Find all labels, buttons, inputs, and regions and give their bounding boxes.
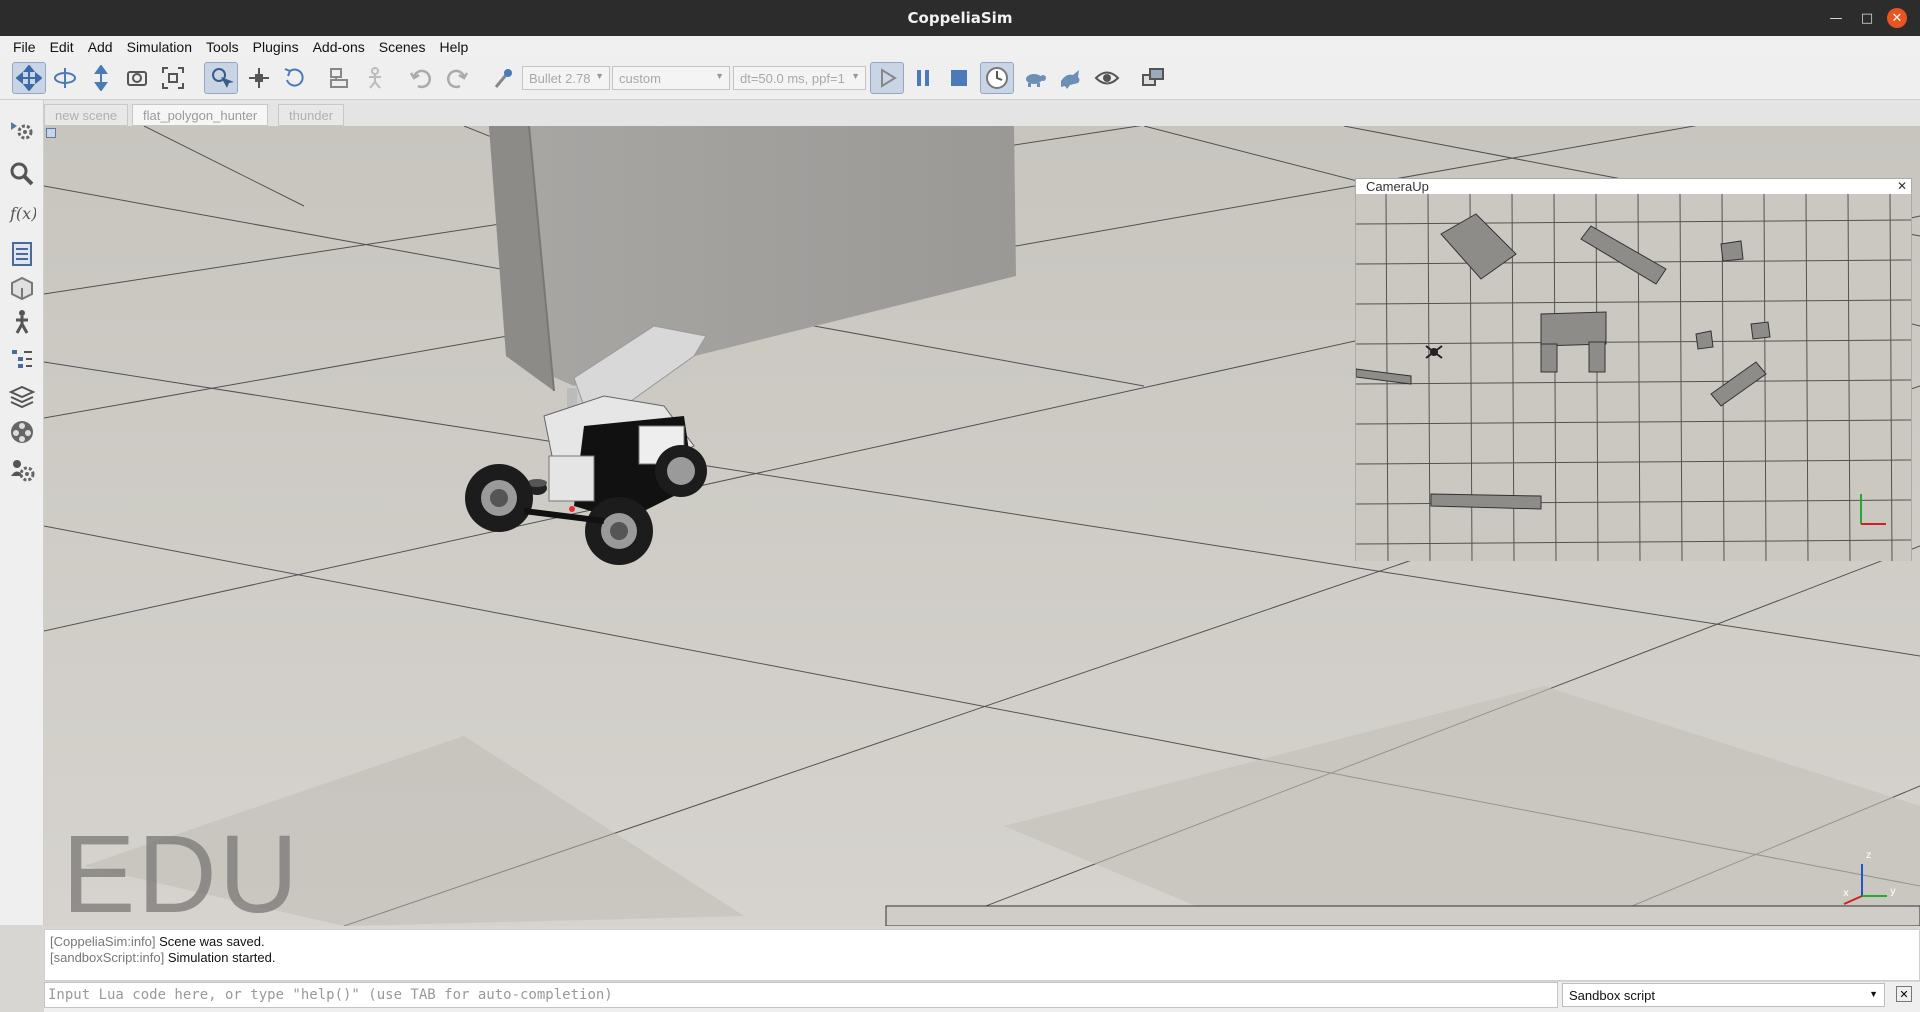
console-line-text: Simulation started. — [167, 950, 276, 965]
command-bar: Input Lua code here, or type "help()" (u… — [44, 982, 1920, 1012]
pause-icon[interactable] — [906, 62, 940, 94]
video-recorder-icon[interactable] — [6, 416, 38, 448]
assemble-icon[interactable] — [322, 62, 356, 94]
svg-text:f(x): f(x) — [9, 204, 36, 223]
maximize-icon[interactable]: □ — [1857, 8, 1877, 28]
viewport-corner-icon[interactable] — [46, 128, 56, 138]
menu-simulation[interactable]: Simulation — [120, 39, 199, 55]
layers-icon[interactable] — [6, 380, 38, 412]
tab-new-scene[interactable]: new scene — [44, 104, 129, 126]
main-toolbar: Bullet 2.78 ▼ custom ▼ dt=50.0 ms, ppf=1… — [0, 58, 1920, 100]
engine-select[interactable]: Bullet 2.78 ▼ — [522, 66, 610, 90]
timestep-select[interactable]: dt=50.0 ms, ppf=1 ▼ — [733, 66, 866, 90]
object-translate-icon[interactable] — [242, 62, 276, 94]
real-time-icon[interactable] — [980, 62, 1014, 94]
object-rotate-icon[interactable] — [278, 62, 312, 94]
script-target-select[interactable]: Sandbox script ▼ — [1562, 983, 1885, 1007]
tab-thunder[interactable]: thunder — [278, 104, 345, 126]
selection-icon[interactable] — [6, 158, 38, 190]
settings-select-value: custom — [619, 71, 661, 86]
menu-file[interactable]: File — [6, 39, 43, 55]
timestep-select-value: dt=50.0 ms, ppf=1 — [740, 71, 845, 86]
lua-command-input[interactable]: Input Lua code here, or type "help()" (u… — [44, 982, 1558, 1008]
tab-flat-polygon-hunter[interactable]: flat_polygon_hunter — [132, 104, 269, 126]
menu-tools[interactable]: Tools — [199, 39, 246, 55]
console-line: [CoppeliaSim:info] Scene was saved. — [50, 934, 1914, 950]
calculation-modules-icon[interactable]: f(x) — [6, 196, 38, 228]
menu-edit[interactable]: Edit — [43, 39, 81, 55]
stop-icon[interactable] — [942, 62, 976, 94]
redo-icon[interactable] — [440, 62, 474, 94]
window-title: CoppeliaSim — [907, 9, 1013, 27]
scene-tabs: new scene flat_polygon_hunter thunder — [44, 100, 1920, 126]
left-toolbar: f(x) — [0, 100, 44, 925]
menu-plugins[interactable]: Plugins — [246, 39, 306, 55]
visualization-icon[interactable] — [1090, 62, 1124, 94]
menu-scenes[interactable]: Scenes — [372, 39, 433, 55]
camera-rotate-icon[interactable] — [48, 62, 82, 94]
engine-icon[interactable] — [486, 62, 520, 94]
console-line-tag: [sandboxScript:info] — [50, 950, 165, 965]
play-icon[interactable] — [870, 62, 904, 94]
minimize-icon[interactable]: — — [1826, 8, 1846, 28]
menu-addons[interactable]: Add-ons — [306, 39, 372, 55]
script-target-value: Sandbox script — [1569, 988, 1655, 1003]
object-select-icon[interactable] — [204, 62, 238, 94]
chevron-down-icon: ▼ — [1869, 989, 1878, 999]
scene-hierarchy-icon[interactable] — [6, 238, 38, 270]
camera-floating-view[interactable]: CameraUp ✕ — [1355, 178, 1912, 561]
camera-view-render — [1356, 194, 1911, 561]
settings-select[interactable]: custom ▼ — [612, 66, 730, 90]
model-browser-icon[interactable] — [6, 306, 38, 338]
menu-add[interactable]: Add — [81, 39, 120, 55]
svg-text:y: y — [1890, 886, 1896, 897]
engine-select-value: Bullet 2.78 — [529, 71, 591, 86]
title-bar: CoppeliaSim — □ ✕ — [0, 0, 1920, 36]
chevron-down-icon: ▼ — [595, 71, 604, 81]
svg-text:z: z — [1866, 850, 1871, 861]
undo-icon[interactable] — [404, 62, 438, 94]
camera-view-title: CameraUp — [1366, 179, 1429, 194]
edu-watermark: EDU — [62, 813, 301, 926]
chevron-down-icon: ▼ — [715, 71, 724, 81]
shape-edit-icon[interactable] — [6, 272, 38, 304]
menu-bar: File Edit Add Simulation Tools Plugins A… — [0, 36, 1920, 58]
console-output[interactable]: [CoppeliaSim:info] Scene was saved. [san… — [44, 929, 1920, 981]
clear-console-icon[interactable]: ✕ — [1896, 986, 1912, 1002]
fit-view-icon[interactable] — [156, 62, 190, 94]
user-settings-icon[interactable] — [6, 454, 38, 486]
console-line: [sandboxScript:info] Simulation started. — [50, 950, 1914, 966]
svg-text:x: x — [1843, 888, 1849, 899]
slow-down-icon[interactable] — [1018, 62, 1052, 94]
page-selector-icon[interactable] — [1136, 62, 1170, 94]
menu-help[interactable]: Help — [432, 39, 475, 55]
scene-objects-icon[interactable] — [6, 344, 38, 376]
transfer-dna-icon[interactable] — [358, 62, 392, 94]
camera-angle-icon[interactable] — [120, 62, 154, 94]
simulation-settings-icon[interactable] — [6, 114, 38, 146]
console-line-text: Scene was saved. — [159, 934, 265, 949]
close-icon[interactable]: ✕ — [1897, 179, 1907, 193]
console-line-tag: [CoppeliaSim:info] — [50, 934, 156, 949]
camera-pan-icon[interactable] — [12, 62, 46, 94]
camera-shift-icon[interactable] — [84, 62, 118, 94]
speed-up-icon[interactable] — [1054, 62, 1088, 94]
close-icon[interactable]: ✕ — [1887, 8, 1907, 28]
chevron-down-icon: ▼ — [851, 71, 860, 81]
